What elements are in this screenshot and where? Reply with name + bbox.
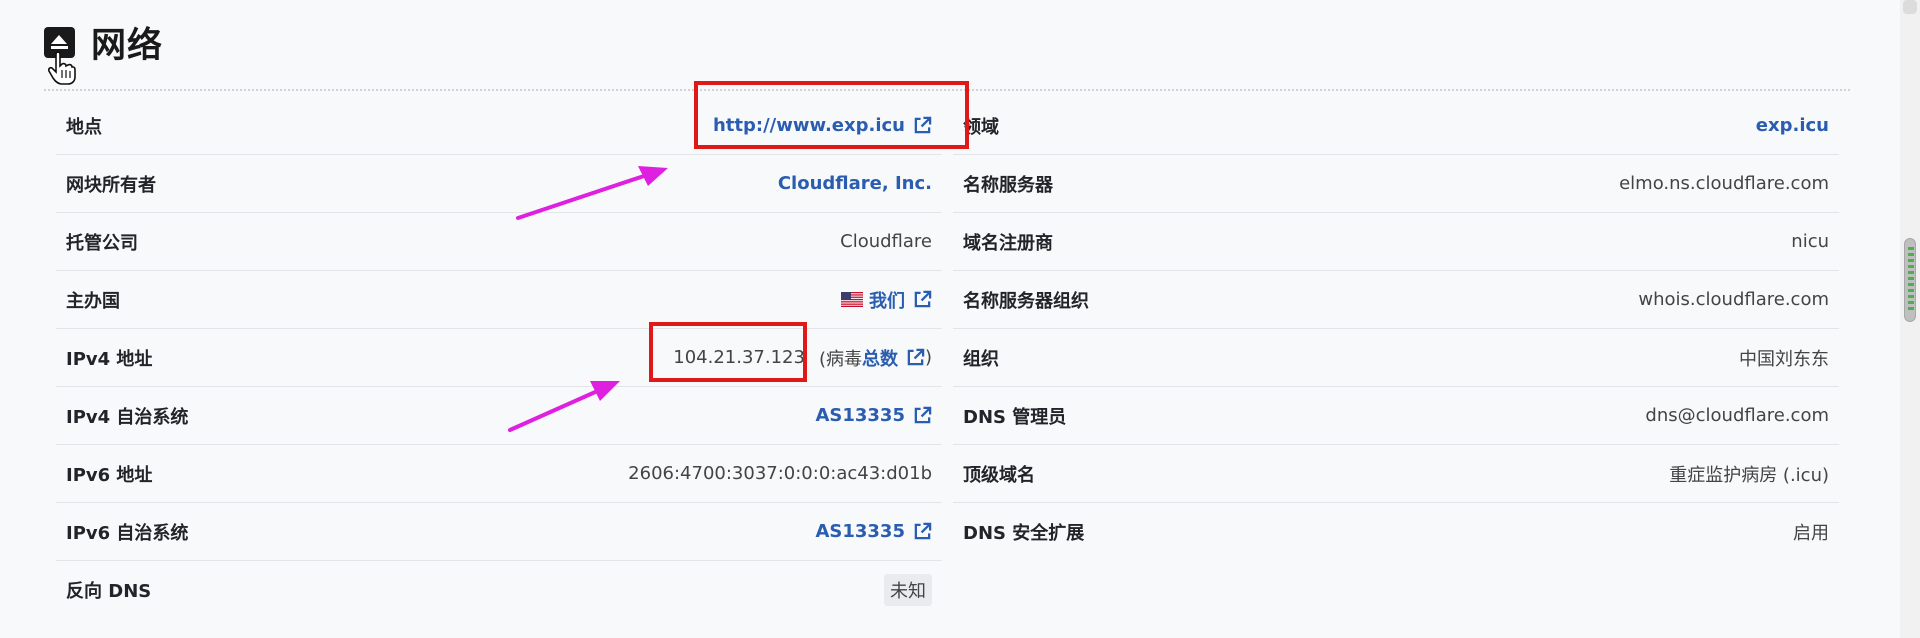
table-row-nameserver-org: 名称服务器组织 whois.cloudflare.com <box>953 271 1839 329</box>
table-row-reverse-dns: 反向 DNS 未知 <box>56 561 942 619</box>
row-label: 名称服务器 <box>963 174 1053 196</box>
scroll-up-button[interactable] <box>1903 0 1917 14</box>
virustotal-link[interactable]: 总数 <box>862 345 898 371</box>
scrollbar-thumb[interactable] <box>1904 238 1916 322</box>
table-row-netblock-owner: 网块所有者 Cloudflare, Inc. <box>56 155 942 213</box>
annotation-arrow-lower <box>508 381 620 432</box>
external-link-icon[interactable] <box>913 522 932 541</box>
ipv4-asn-link[interactable]: AS13335 <box>815 405 905 426</box>
table-row-organisation: 组织 中国刘东东 <box>953 329 1839 387</box>
row-label: 名称服务器组织 <box>963 290 1089 312</box>
registrar-value: nicu <box>1791 231 1829 252</box>
nameserver-org-value: whois.cloudflare.com <box>1638 289 1829 310</box>
annotation-arrow-upper <box>516 166 668 220</box>
section-title: 网络 <box>91 25 164 66</box>
ipv6-address-value: 2606:4700:3037:0:0:0:ac43:d01b <box>628 463 932 484</box>
row-label: 反向 DNS <box>66 581 152 602</box>
external-link-icon[interactable] <box>906 348 925 367</box>
row-label: 顶级域名 <box>963 464 1035 486</box>
reverse-dns-value: 未知 <box>884 574 932 606</box>
row-label: 主办国 <box>66 290 120 312</box>
row-label: DNS 安全扩展 <box>963 523 1085 544</box>
network-table-right: 领域 exp.icu 名称服务器 elmo.ns.cloudflare.com … <box>953 97 1839 561</box>
row-label: 组织 <box>963 348 999 370</box>
annotation-box-location <box>694 81 969 149</box>
network-table-left: 地点 http://www.exp.icu 网块所有者 Cloudflare, … <box>56 97 942 619</box>
hand-cursor-icon <box>48 51 76 85</box>
netblock-owner-link[interactable]: Cloudflare, Inc. <box>778 173 932 194</box>
table-row-domain: 领域 exp.icu <box>953 97 1839 155</box>
virustotal-paren-close: ) <box>924 347 932 368</box>
row-label: DNS 管理员 <box>963 406 1067 428</box>
hosting-country-link[interactable]: 我们 <box>869 287 905 313</box>
table-row-tld: 顶级域名 重症监护病房 (.icu) <box>953 445 1839 503</box>
annotation-box-ipv4 <box>649 322 807 382</box>
nameserver-value: elmo.ns.cloudflare.com <box>1619 173 1829 194</box>
table-row-ipv6-address: IPv6 地址 2606:4700:3037:0:0:0:ac43:d01b <box>56 445 942 503</box>
ipv6-asn-link[interactable]: AS13335 <box>815 521 905 542</box>
dnssec-value: 启用 <box>1793 523 1829 544</box>
external-link-icon[interactable] <box>913 290 932 309</box>
virustotal-paren-open: (病毒 <box>818 348 862 370</box>
table-row-hosting-country: 主办国 我们 <box>56 271 942 329</box>
row-label: IPv6 地址 <box>66 464 153 486</box>
tld-value: 重症监护病房 (.icu) <box>1669 464 1829 486</box>
table-row-ipv6-asn: IPv6 自治系统 AS13335 <box>56 503 942 561</box>
organisation-value: 中国刘东东 <box>1739 348 1829 370</box>
row-label: IPv4 地址 <box>66 348 153 370</box>
row-label: 网块所有者 <box>66 174 156 196</box>
external-link-icon[interactable] <box>913 406 932 425</box>
collapse-up-icon <box>51 34 67 44</box>
table-row-dnssec: DNS 安全扩展 启用 <box>953 503 1839 561</box>
hosting-company-value: Cloudflare <box>840 231 932 252</box>
row-label: 托管公司 <box>66 232 138 254</box>
table-row-ipv4-address: IPv4 地址 104.21.37.123 (病毒 总数 ) <box>56 329 942 387</box>
us-flag-icon <box>841 292 863 307</box>
row-label: IPv6 自治系统 <box>66 522 189 544</box>
table-row-dns-admin: DNS 管理员 dns@cloudflare.com <box>953 387 1839 445</box>
table-row-ipv4-asn: IPv4 自治系统 AS13335 <box>56 387 942 445</box>
row-label: IPv4 自治系统 <box>66 406 189 428</box>
table-row-nameserver: 名称服务器 elmo.ns.cloudflare.com <box>953 155 1839 213</box>
table-row-registrar: 域名注册商 nicu <box>953 213 1839 271</box>
dns-admin-value: dns@cloudflare.com <box>1645 405 1829 426</box>
row-label: 域名注册商 <box>963 232 1053 254</box>
domain-link[interactable]: exp.icu <box>1756 115 1829 136</box>
row-label: 地点 <box>66 116 102 138</box>
table-row-hosting-company: 托管公司 Cloudflare <box>56 213 942 271</box>
